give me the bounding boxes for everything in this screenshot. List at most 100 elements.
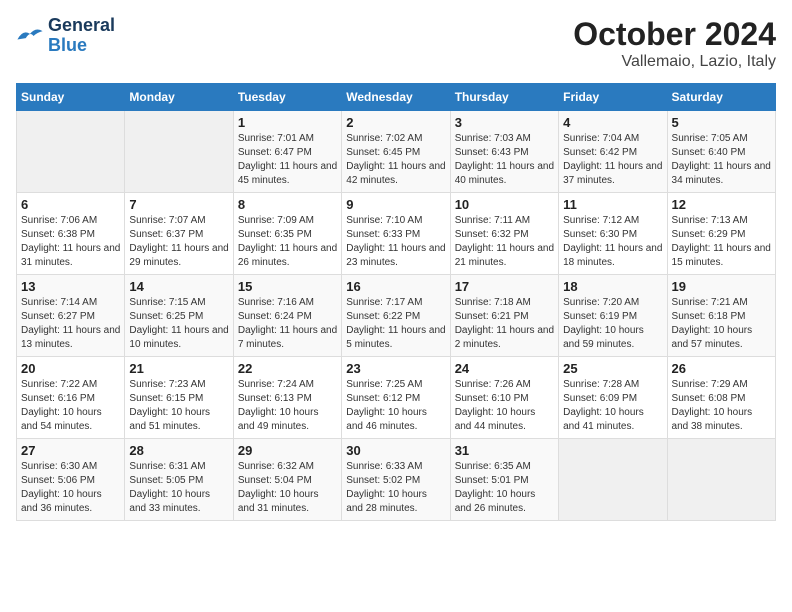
logo: General Blue <box>16 16 115 56</box>
day-number: 13 <box>21 279 120 294</box>
day-number: 2 <box>346 115 445 130</box>
calendar-cell <box>667 439 775 521</box>
day-info: Sunrise: 7:16 AM Sunset: 6:24 PM Dayligh… <box>238 296 337 352</box>
day-info: Sunrise: 7:11 AM Sunset: 6:32 PM Dayligh… <box>455 214 554 270</box>
calendar-week-row: 1 Sunrise: 7:01 AM Sunset: 6:47 PM Daylig… <box>17 111 776 193</box>
day-info: Sunrise: 7:12 AM Sunset: 6:30 PM Dayligh… <box>563 214 662 270</box>
col-header-wednesday: Wednesday <box>342 84 450 111</box>
day-info: Sunrise: 7:09 AM Sunset: 6:35 PM Dayligh… <box>238 214 337 270</box>
calendar-cell: 29 Sunrise: 6:32 AM Sunset: 5:04 PM Dayli… <box>233 439 341 521</box>
day-number: 29 <box>238 443 337 458</box>
day-number: 18 <box>563 279 662 294</box>
calendar-cell: 7Sunrise: 7:07 AM Sunset: 6:37 PM Daylig… <box>125 193 233 275</box>
day-info: Sunrise: 7:29 AM Sunset: 6:08 PM Dayligh… <box>672 378 771 434</box>
day-number: 10 <box>455 197 554 212</box>
day-info: Sunrise: 7:22 AM Sunset: 6:16 PM Dayligh… <box>21 378 120 434</box>
day-number: 27 <box>21 443 120 458</box>
calendar-cell <box>559 439 667 521</box>
calendar-cell: 4Sunrise: 7:04 AM Sunset: 6:42 PM Daylig… <box>559 111 667 193</box>
calendar-cell <box>125 111 233 193</box>
day-number: 24 <box>455 361 554 376</box>
day-info: Sunrise: 6:30 AM Sunset: 5:06 PM Dayligh… <box>21 460 120 516</box>
calendar-cell: 14Sunrise: 7:15 AM Sunset: 6:25 PM Dayli… <box>125 275 233 357</box>
day-number: 7 <box>129 197 228 212</box>
calendar-cell: 21 Sunrise: 7:23 AM Sunset: 6:15 PM Dayli… <box>125 357 233 439</box>
day-info: Sunrise: 7:18 AM Sunset: 6:21 PM Dayligh… <box>455 296 554 352</box>
day-number: 9 <box>346 197 445 212</box>
calendar-month-year: October 2024 <box>573 16 776 53</box>
calendar-cell: 24 Sunrise: 7:26 AM Sunset: 6:10 PM Dayli… <box>450 357 558 439</box>
day-number: 26 <box>672 361 771 376</box>
calendar-week-row: 20 Sunrise: 7:22 AM Sunset: 6:16 PM Dayli… <box>17 357 776 439</box>
calendar-week-row: 13 Sunrise: 7:14 AM Sunset: 6:27 PM Dayli… <box>17 275 776 357</box>
day-info: Sunrise: 7:05 AM Sunset: 6:40 PM Dayligh… <box>672 132 771 188</box>
day-info: Sunrise: 7:02 AM Sunset: 6:45 PM Dayligh… <box>346 132 445 188</box>
calendar-cell: 3 Sunrise: 7:03 AM Sunset: 6:43 PM Daylig… <box>450 111 558 193</box>
day-info: Sunrise: 7:28 AM Sunset: 6:09 PM Dayligh… <box>563 378 662 434</box>
day-number: 5 <box>672 115 771 130</box>
day-info: Sunrise: 6:32 AM Sunset: 5:04 PM Dayligh… <box>238 460 337 516</box>
day-number: 20 <box>21 361 120 376</box>
day-info: Sunrise: 7:17 AM Sunset: 6:22 PM Dayligh… <box>346 296 445 352</box>
day-number: 16 <box>346 279 445 294</box>
day-number: 17 <box>455 279 554 294</box>
day-number: 15 <box>238 279 337 294</box>
calendar-week-row: 27 Sunrise: 6:30 AM Sunset: 5:06 PM Dayli… <box>17 439 776 521</box>
calendar-cell: 12 Sunrise: 7:13 AM Sunset: 6:29 PM Dayli… <box>667 193 775 275</box>
day-number: 21 <box>129 361 228 376</box>
day-number: 3 <box>455 115 554 130</box>
day-number: 31 <box>455 443 554 458</box>
calendar-cell: 5 Sunrise: 7:05 AM Sunset: 6:40 PM Daylig… <box>667 111 775 193</box>
day-number: 6 <box>21 197 120 212</box>
day-info: Sunrise: 6:33 AM Sunset: 5:02 PM Dayligh… <box>346 460 445 516</box>
calendar-location: Vallemaio, Lazio, Italy <box>573 53 776 71</box>
day-info: Sunrise: 7:23 AM Sunset: 6:15 PM Dayligh… <box>129 378 228 434</box>
col-header-monday: Monday <box>125 84 233 111</box>
day-info: Sunrise: 7:03 AM Sunset: 6:43 PM Dayligh… <box>455 132 554 188</box>
day-info: Sunrise: 7:14 AM Sunset: 6:27 PM Dayligh… <box>21 296 120 352</box>
col-header-sunday: Sunday <box>17 84 125 111</box>
col-header-friday: Friday <box>559 84 667 111</box>
day-number: 11 <box>563 197 662 212</box>
calendar-cell: 19 Sunrise: 7:21 AM Sunset: 6:18 PM Dayli… <box>667 275 775 357</box>
day-info: Sunrise: 7:26 AM Sunset: 6:10 PM Dayligh… <box>455 378 554 434</box>
calendar-cell: 18 Sunrise: 7:20 AM Sunset: 6:19 PM Dayli… <box>559 275 667 357</box>
calendar-cell: 11 Sunrise: 7:12 AM Sunset: 6:30 PM Dayli… <box>559 193 667 275</box>
day-info: Sunrise: 7:15 AM Sunset: 6:25 PM Dayligh… <box>129 296 228 352</box>
col-header-thursday: Thursday <box>450 84 558 111</box>
day-number: 1 <box>238 115 337 130</box>
calendar-week-row: 6 Sunrise: 7:06 AM Sunset: 6:38 PM Daylig… <box>17 193 776 275</box>
calendar-cell: 25Sunrise: 7:28 AM Sunset: 6:09 PM Dayli… <box>559 357 667 439</box>
day-info: Sunrise: 7:10 AM Sunset: 6:33 PM Dayligh… <box>346 214 445 270</box>
calendar-title-area: October 2024 Vallemaio, Lazio, Italy <box>573 16 776 71</box>
day-info: Sunrise: 7:06 AM Sunset: 6:38 PM Dayligh… <box>21 214 120 270</box>
day-info: Sunrise: 7:20 AM Sunset: 6:19 PM Dayligh… <box>563 296 662 352</box>
day-number: 19 <box>672 279 771 294</box>
calendar-cell: 10 Sunrise: 7:11 AM Sunset: 6:32 PM Dayli… <box>450 193 558 275</box>
day-number: 22 <box>238 361 337 376</box>
day-info: Sunrise: 6:35 AM Sunset: 5:01 PM Dayligh… <box>455 460 554 516</box>
col-header-tuesday: Tuesday <box>233 84 341 111</box>
day-number: 8 <box>238 197 337 212</box>
day-info: Sunrise: 6:31 AM Sunset: 5:05 PM Dayligh… <box>129 460 228 516</box>
logo-text: General Blue <box>48 16 115 56</box>
calendar-header-row: SundayMondayTuesdayWednesdayThursdayFrid… <box>17 84 776 111</box>
day-number: 12 <box>672 197 771 212</box>
day-number: 30 <box>346 443 445 458</box>
day-info: Sunrise: 7:21 AM Sunset: 6:18 PM Dayligh… <box>672 296 771 352</box>
calendar-cell: 28Sunrise: 6:31 AM Sunset: 5:05 PM Dayli… <box>125 439 233 521</box>
calendar-cell: 17 Sunrise: 7:18 AM Sunset: 6:21 PM Dayli… <box>450 275 558 357</box>
day-number: 23 <box>346 361 445 376</box>
calendar-cell: 16 Sunrise: 7:17 AM Sunset: 6:22 PM Dayli… <box>342 275 450 357</box>
calendar-cell <box>17 111 125 193</box>
calendar-cell: 8 Sunrise: 7:09 AM Sunset: 6:35 PM Daylig… <box>233 193 341 275</box>
logo-line1: General <box>48 15 115 35</box>
day-info: Sunrise: 7:25 AM Sunset: 6:12 PM Dayligh… <box>346 378 445 434</box>
calendar-cell: 30 Sunrise: 6:33 AM Sunset: 5:02 PM Dayli… <box>342 439 450 521</box>
calendar-cell: 6 Sunrise: 7:06 AM Sunset: 6:38 PM Daylig… <box>17 193 125 275</box>
day-info: Sunrise: 7:01 AM Sunset: 6:47 PM Dayligh… <box>238 132 337 188</box>
day-info: Sunrise: 7:13 AM Sunset: 6:29 PM Dayligh… <box>672 214 771 270</box>
day-info: Sunrise: 7:04 AM Sunset: 6:42 PM Dayligh… <box>563 132 662 188</box>
logo-icon <box>16 25 44 47</box>
calendar-cell: 22Sunrise: 7:24 AM Sunset: 6:13 PM Dayli… <box>233 357 341 439</box>
